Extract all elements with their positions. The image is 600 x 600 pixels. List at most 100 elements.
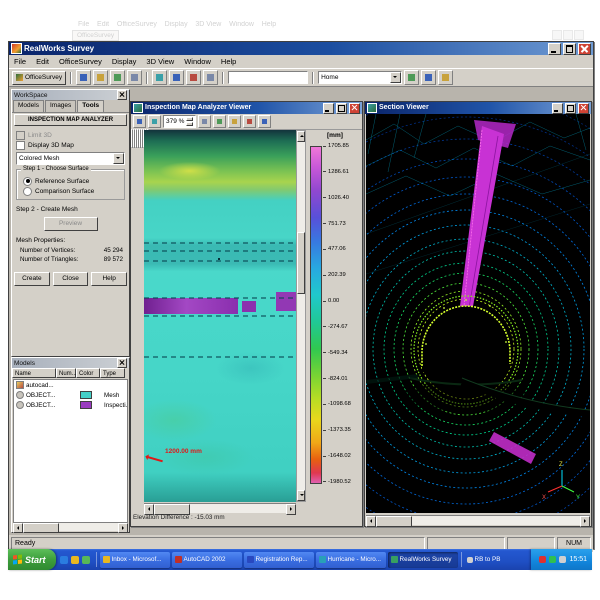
tab-models[interactable]: Models	[13, 100, 44, 112]
annotate-icon[interactable]	[228, 115, 241, 128]
scroll-thumb[interactable]	[376, 516, 412, 527]
menu-help[interactable]: Help	[216, 57, 241, 66]
scroll-left-icon[interactable]	[366, 516, 376, 527]
scroll-thumb[interactable]	[23, 523, 59, 533]
step1-groupbox: Step 1 - Choose Surface Reference Surfac…	[16, 169, 125, 200]
maximize-button[interactable]	[563, 43, 576, 55]
tray-alert-icon[interactable]	[539, 556, 546, 563]
preview-button[interactable]: Preview	[44, 217, 98, 231]
task-registration-report[interactable]: Registration Rep...	[244, 552, 314, 568]
close-button[interactable]	[578, 103, 589, 114]
camera-icon[interactable]	[404, 70, 419, 85]
menu-file[interactable]: File	[9, 57, 31, 66]
fit-view-icon[interactable]	[198, 115, 211, 128]
map-vertical-scrollbar[interactable]	[296, 130, 306, 502]
scroll-thumb[interactable]	[297, 232, 305, 294]
outlook-icon[interactable]	[71, 556, 79, 564]
minimize-button[interactable]	[552, 103, 563, 114]
reference-surface-radio[interactable]	[23, 177, 32, 186]
search-field[interactable]	[228, 71, 308, 84]
view-icon[interactable]	[152, 70, 167, 85]
close-button[interactable]	[349, 103, 360, 114]
scale-label: -1648.02	[328, 453, 351, 459]
scroll-left-icon[interactable]	[13, 523, 23, 533]
create-button[interactable]: Create	[14, 272, 50, 286]
layers-icon[interactable]	[421, 70, 436, 85]
chevron-down-icon[interactable]	[113, 153, 124, 164]
maximize-button[interactable]	[565, 103, 576, 114]
task-hurricane[interactable]: Hurricane - Micro...	[316, 552, 386, 568]
analyzer-header: INSPECTION MAP ANALYZER	[14, 114, 127, 126]
table-row[interactable]: OBJECT... Inspecti...	[14, 400, 127, 410]
start-button[interactable]: Start	[8, 549, 56, 570]
zoom-level-combo[interactable]: 379 %	[163, 115, 196, 128]
close-button[interactable]: Close	[53, 272, 89, 286]
background-window-remnant: File Edit OfficeSurvey Display 3D View W…	[0, 21, 600, 41]
menu-window[interactable]: Window	[179, 57, 216, 66]
grid-icon[interactable]	[213, 115, 226, 128]
section-3d-canvas[interactable]: Z X Y	[366, 114, 590, 513]
map-horizontal-scrollbar[interactable]	[144, 503, 296, 513]
target-icon[interactable]	[186, 70, 201, 85]
tray-status-icon[interactable]	[549, 556, 556, 563]
comparison-surface-radio[interactable]	[23, 187, 32, 196]
inspection-map-canvas[interactable]: 1200.00 mm	[144, 130, 296, 502]
scroll-up-icon[interactable]	[297, 131, 305, 142]
import-icon[interactable]	[110, 70, 125, 85]
tab-tools[interactable]: Tools	[77, 100, 104, 112]
task-realworks-survey[interactable]: RealWorks Survey	[388, 552, 458, 568]
zoom-icon[interactable]	[169, 70, 184, 85]
column-type[interactable]: Type	[100, 368, 125, 378]
tab-images[interactable]: Images	[45, 100, 76, 112]
minimize-button[interactable]	[548, 43, 561, 55]
print-icon[interactable]	[127, 70, 142, 85]
limit-3d-checkbox[interactable]	[16, 131, 25, 140]
scroll-right-icon[interactable]	[286, 504, 296, 515]
models-horizontal-scrollbar[interactable]	[13, 522, 128, 531]
scale-label: 1705.85	[328, 143, 349, 149]
show-desktop-icon[interactable]	[82, 556, 90, 564]
close-button[interactable]	[578, 43, 591, 55]
map-viewer-title: Inspection Map Analyzer Viewer	[145, 102, 321, 114]
settings-icon[interactable]	[438, 70, 453, 85]
menu-edit[interactable]: Edit	[31, 57, 54, 66]
task-autocad[interactable]: AutoCAD 2002	[172, 552, 242, 568]
marker-icon[interactable]	[243, 115, 256, 128]
menu-display[interactable]: Display	[107, 57, 142, 66]
column-color[interactable]: Color	[76, 368, 100, 378]
zoom-spinner[interactable]	[186, 117, 193, 126]
export-icon[interactable]	[258, 115, 271, 128]
minimize-button[interactable]	[323, 103, 334, 114]
internet-explorer-icon[interactable]	[60, 556, 68, 564]
table-row[interactable]: OBJECT... Mesh	[14, 390, 127, 400]
officesurvey-mode-button[interactable]: OfficeSurvey	[12, 71, 66, 85]
scroll-right-icon[interactable]	[118, 523, 128, 533]
map-point-marker	[218, 258, 220, 260]
menu-officesurvey[interactable]: OfficeSurvey	[54, 57, 107, 66]
open-icon[interactable]	[76, 70, 91, 85]
pan-icon[interactable]	[133, 115, 146, 128]
measure-icon[interactable]	[203, 70, 218, 85]
zoom-window-icon[interactable]	[148, 115, 161, 128]
close-icon[interactable]	[117, 90, 127, 100]
scroll-down-icon[interactable]	[297, 490, 305, 501]
zoom-level-value: 379 %	[166, 118, 184, 125]
ghost-officesurvey-tab: OfficeSurvey	[72, 30, 119, 41]
section-horizontal-scrollbar[interactable]	[366, 515, 590, 525]
task-inbox[interactable]: Inbox - Microsof...	[100, 552, 170, 568]
rb-to-pb-toolbar[interactable]: RB to PB	[464, 556, 504, 563]
column-name[interactable]: Name	[12, 368, 56, 378]
close-icon[interactable]	[117, 358, 127, 368]
scroll-right-icon[interactable]	[580, 516, 590, 527]
help-button[interactable]: Help	[91, 272, 127, 286]
column-num[interactable]: Num...	[56, 368, 76, 378]
save-icon[interactable]	[93, 70, 108, 85]
home-combo[interactable]: Home	[318, 71, 402, 84]
table-row[interactable]: autocad...	[14, 380, 127, 390]
mesh-type-combo[interactable]: Colored Mesh	[16, 152, 125, 165]
menu-3dview[interactable]: 3D View	[141, 57, 179, 66]
display-3d-map-checkbox[interactable]	[16, 141, 25, 150]
chevron-down-icon[interactable]	[390, 72, 401, 83]
maximize-button[interactable]	[336, 103, 347, 114]
tray-volume-icon[interactable]	[559, 556, 566, 563]
